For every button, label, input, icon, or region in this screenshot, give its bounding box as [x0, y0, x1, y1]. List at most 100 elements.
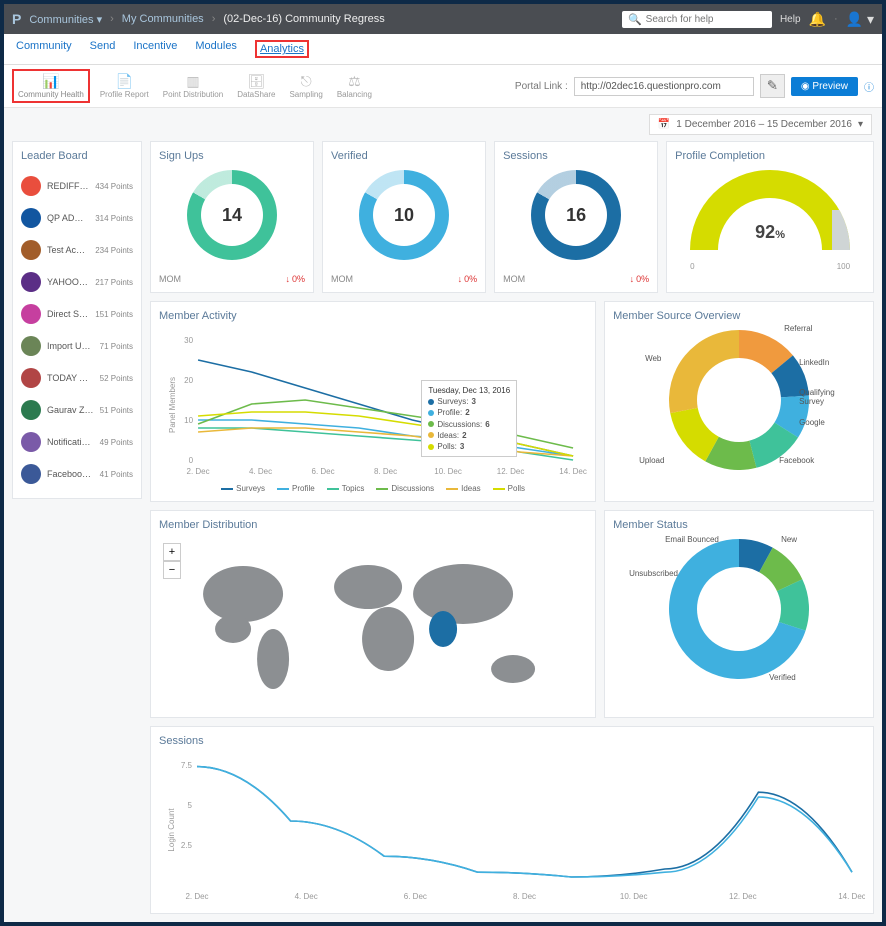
svg-text:8. Dec: 8. Dec	[374, 467, 397, 476]
leaderboard-row[interactable]: Test Account 234 Points	[21, 234, 133, 266]
svg-text:Login Count: Login Count	[167, 808, 176, 852]
leaderboard-row[interactable]: Facebook Account41 Points	[21, 458, 133, 490]
breadcrumb-mycommunities[interactable]: My Communities	[122, 13, 204, 25]
nav-analytics[interactable]: Analytics	[260, 43, 304, 55]
leaderboard-row[interactable]: Gaurav Zawar51 Points	[21, 394, 133, 426]
distribution-icon: ▥	[186, 73, 199, 90]
logo: P	[12, 11, 21, 27]
mom-value: ↓0%	[630, 274, 650, 284]
date-range-text: 1 December 2016 – 15 December 2016	[676, 119, 852, 130]
nav-community[interactable]: Community	[16, 40, 72, 58]
tool-balancing[interactable]: ⚖ Balancing	[333, 71, 376, 101]
search-input[interactable]	[646, 14, 766, 25]
breadcrumb-root[interactable]: Communities ▾	[29, 13, 102, 26]
info-icon[interactable]: ⓘ	[864, 79, 874, 94]
lb-name: Direct SignUp	[47, 309, 89, 319]
member-status-donut: NewEmail BouncedUnsubscribedVerified	[669, 539, 809, 679]
member-source-title: Member Source Overview	[613, 310, 865, 322]
legend-item[interactable]: Surveys	[221, 484, 265, 493]
calendar-icon: 📅	[658, 119, 670, 130]
lb-points: 41 Points	[100, 470, 133, 479]
date-range-picker[interactable]: 📅 1 December 2016 – 15 December 2016 ▾	[649, 114, 872, 135]
legend-item[interactable]: Polls	[493, 484, 525, 493]
chevron-right-icon: ›	[212, 13, 216, 25]
bell-icon[interactable]: 🔔	[809, 11, 826, 28]
help-link[interactable]: Help	[780, 14, 801, 25]
leaderboard-row[interactable]: TODAY Account52 Points	[21, 362, 133, 394]
edit-portal-button[interactable]: ✎	[760, 74, 785, 98]
lb-name: YAHOO Account	[47, 277, 89, 287]
leaderboard-row[interactable]: Import User71 Points	[21, 330, 133, 362]
tool-sampling[interactable]: ⎋ Sampling	[285, 71, 326, 101]
legend-item[interactable]: Topics	[327, 484, 365, 493]
svg-text:2. Dec: 2. Dec	[187, 467, 210, 476]
chart-tooltip: Tuesday, Dec 13, 2016 Surveys: 3Profile:…	[421, 380, 517, 457]
pencil-icon: ✎	[767, 78, 778, 93]
sessions-panel-title: Sessions	[159, 735, 865, 747]
user-avatar[interactable]: 👤 ▾	[846, 11, 874, 28]
donut-label: Unsubscribed	[629, 569, 678, 578]
verified-value: 10	[373, 184, 435, 246]
svg-text:14. Dec: 14. Dec	[838, 892, 865, 901]
svg-text:12. Dec: 12. Dec	[729, 892, 757, 901]
svg-text:14. Dec: 14. Dec	[559, 467, 587, 476]
tool-profile-report[interactable]: 📄 Profile Report	[96, 71, 153, 101]
database-icon: 🗄	[247, 73, 265, 90]
nav-send[interactable]: Send	[90, 40, 116, 58]
avatar	[21, 304, 41, 324]
svg-text:20: 20	[184, 376, 193, 385]
leaderboard-row[interactable]: QP ADMIN314 Points	[21, 202, 133, 234]
sessions-card: Sessions 16 MOM↓0%	[494, 141, 658, 293]
leaderboard-row[interactable]: Notification Account49 Points	[21, 426, 133, 458]
tool-datashare[interactable]: 🗄 DataShare	[233, 71, 279, 101]
avatar	[21, 464, 41, 484]
legend-swatch	[327, 488, 339, 490]
svg-text:12. Dec: 12. Dec	[497, 467, 525, 476]
zoom-out-button[interactable]: −	[163, 561, 181, 579]
donut-label: Google	[799, 418, 825, 427]
nav-modules[interactable]: Modules	[195, 40, 237, 58]
nav-incentive[interactable]: Incentive	[133, 40, 177, 58]
svg-text:10: 10	[184, 416, 193, 425]
sessions-chart: 2.557.52. Dec4. Dec6. Dec8. Dec10. Dec12…	[159, 755, 865, 905]
lb-points: 234 Points	[95, 246, 133, 255]
legend-swatch	[493, 488, 505, 490]
lb-points: 151 Points	[95, 310, 133, 319]
svg-text:4. Dec: 4. Dec	[249, 467, 272, 476]
lb-points: 217 Points	[95, 278, 133, 287]
legend-item[interactable]: Ideas	[446, 484, 481, 493]
donut-label: Web	[645, 354, 661, 363]
legend-item[interactable]: Discussions	[376, 484, 434, 493]
sessions-title: Sessions	[503, 150, 649, 162]
topbar: P Communities ▾ › My Communities › (02-D…	[4, 4, 882, 34]
tool-point-distribution[interactable]: ▥ Point Distribution	[159, 71, 227, 101]
svg-text:2.5: 2.5	[181, 841, 193, 850]
lb-name: Test Account	[47, 245, 89, 255]
member-activity-card: Member Activity 01020302. Dec4. Dec6. De…	[150, 301, 596, 502]
donut-label: Qualifying Survey	[799, 388, 835, 406]
chevron-down-icon: ▾	[858, 119, 863, 130]
leaderboard-row[interactable]: REDIFF Account434 Points	[21, 170, 133, 202]
leaderboard-row[interactable]: YAHOO Account 217 Points	[21, 266, 133, 298]
lb-points: 314 Points	[95, 214, 133, 223]
leaderboard-row[interactable]: Direct SignUp 151 Points	[21, 298, 133, 330]
report-icon: 📄	[116, 73, 133, 90]
sub-toolbar: 📊 Community Health 📄 Profile Report ▥ Po…	[4, 65, 882, 108]
zoom-in-button[interactable]: +	[163, 543, 181, 561]
search-help[interactable]: 🔍	[622, 11, 772, 28]
legend-label: Profile	[292, 484, 315, 493]
svg-text:10. Dec: 10. Dec	[620, 892, 648, 901]
lb-name: REDIFF Account	[47, 181, 89, 191]
arrow-down-icon: ↓	[286, 274, 291, 284]
sampling-icon: ⎋	[301, 73, 312, 90]
tool-community-health[interactable]: 📊 Community Health	[12, 69, 90, 103]
world-map[interactable]: + −	[159, 539, 587, 709]
preview-button[interactable]: ◉ Preview	[791, 77, 858, 96]
mom-label: MOM	[503, 274, 525, 284]
svg-text:2. Dec: 2. Dec	[185, 892, 208, 901]
search-icon: 🔍	[628, 13, 642, 26]
legend-item[interactable]: Profile	[277, 484, 315, 493]
portal-link-input[interactable]	[574, 77, 754, 96]
legend-swatch	[446, 488, 458, 490]
donut-label: New	[781, 535, 797, 544]
